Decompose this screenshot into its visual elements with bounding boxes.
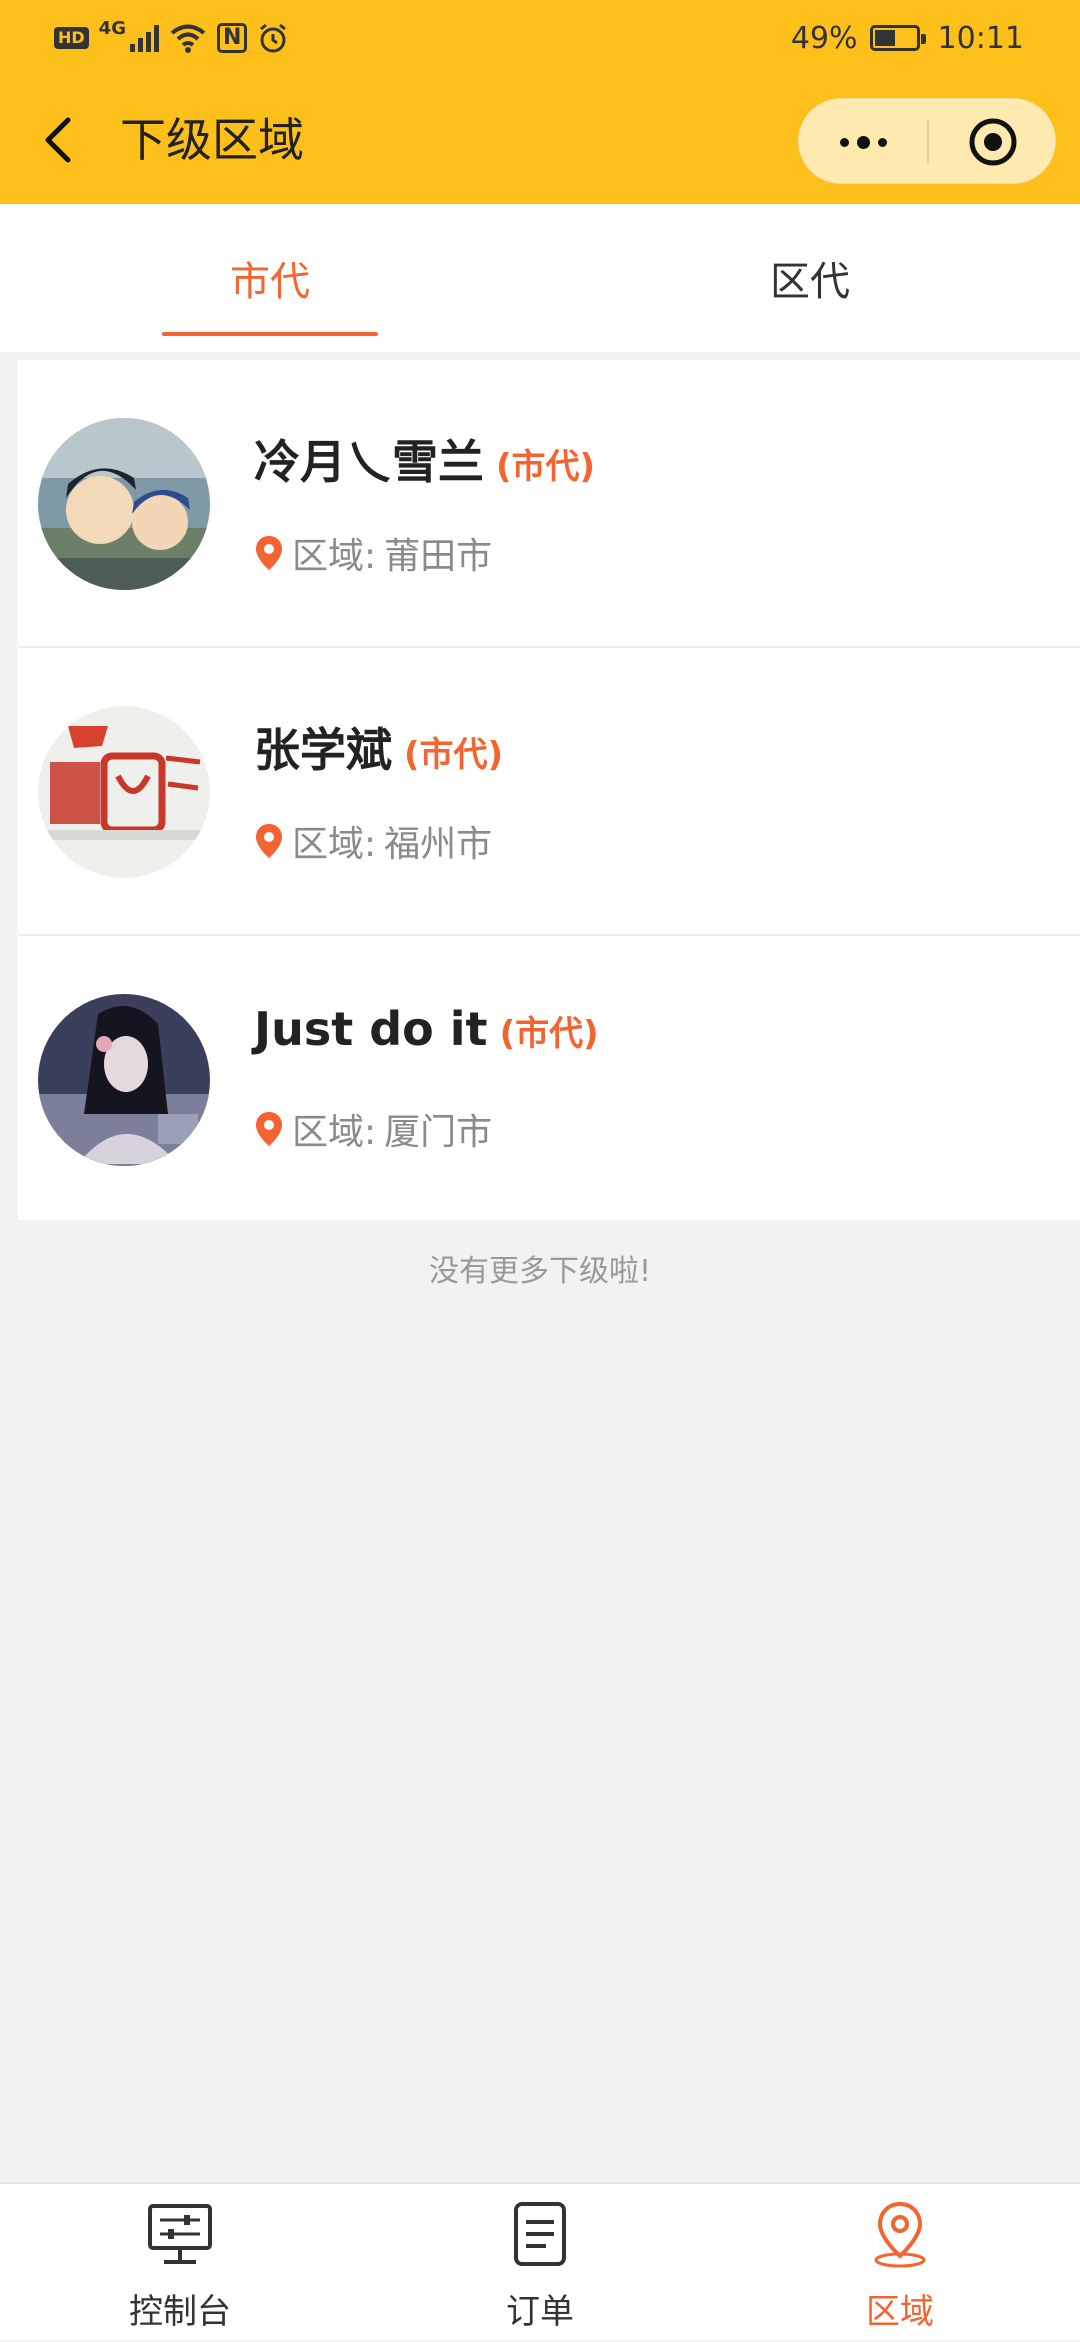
chevron-left-icon: [45, 117, 71, 163]
tab-label: 订单: [506, 2292, 574, 2332]
area-value: 厦门市: [384, 1112, 493, 1153]
alarm-icon: [260, 23, 287, 53]
nfc-icon: N: [216, 23, 248, 53]
tab-bar-top: 市代 区代: [0, 204, 1080, 352]
agent-name-row: 冷月乀雪兰 (市代): [254, 426, 595, 496]
avatar: [38, 994, 210, 1166]
area-label: 区域:: [292, 1112, 377, 1153]
miniprogram-capsule: [798, 98, 1056, 184]
area-value: 福州市: [384, 824, 493, 865]
battery-percent: 49%: [790, 20, 858, 56]
network-type: 4G: [98, 18, 126, 39]
agent-area-row: 区域: 厦门市: [254, 1104, 492, 1154]
agent-name: Just do it: [254, 1002, 488, 1056]
clock: 10:11: [937, 20, 1024, 56]
list-item[interactable]: 冷月乀雪兰 (市代) 区域: 莆田市: [18, 360, 1080, 648]
tab-label: 区域: [866, 2292, 934, 2332]
tab-active-indicator: [162, 332, 378, 336]
agent-role: (市代): [496, 447, 596, 487]
avatar: [38, 706, 210, 878]
order-icon: [514, 2202, 566, 2266]
bottom-tab-bar: 控制台 订单 区域: [0, 2182, 1080, 2340]
tab-district-agent[interactable]: 区代: [540, 204, 1080, 352]
area-label: 区域:: [292, 536, 377, 577]
page-title: 下级区域: [120, 113, 304, 167]
battery-level: [874, 30, 895, 46]
agent-role: (市代): [499, 1014, 599, 1054]
agent-list: 冷月乀雪兰 (市代) 区域: 莆田市 张学斌 (市代) 区域: 福州市 Just…: [18, 360, 1080, 1220]
location-pin-icon: [256, 536, 282, 570]
more-button[interactable]: [799, 99, 928, 185]
tab-dashboard[interactable]: 控制台: [0, 2184, 360, 2342]
signal-icon: [129, 24, 159, 52]
area-value: 莆田市: [384, 536, 493, 577]
tab-region[interactable]: 区域: [720, 2184, 1080, 2342]
location-pin-icon: [256, 824, 282, 858]
header-bar: HD 4G N 49% 10:11 下级区域: [0, 0, 1080, 204]
no-more-text: 没有更多下级啦!: [428, 1254, 652, 1289]
status-icons-left: HD 4G N: [54, 18, 289, 58]
target-icon: [969, 118, 1016, 166]
tab-label: 控制台: [129, 2292, 231, 2332]
avatar: [38, 418, 210, 590]
dashboard-icon: [148, 2204, 212, 2264]
agent-name-row: Just do it (市代): [254, 1002, 599, 1072]
list-item[interactable]: 张学斌 (市代) 区域: 福州市: [18, 648, 1080, 936]
close-miniprogram-button[interactable]: [928, 99, 1057, 185]
agent-area-row: 区域: 莆田市: [254, 528, 492, 578]
agent-name-row: 张学斌 (市代): [254, 714, 503, 784]
agent-area-row: 区域: 福州市: [254, 816, 492, 866]
status-bar: HD 4G N 49% 10:11: [0, 0, 1080, 76]
wifi-icon: [170, 24, 206, 53]
list-item[interactable]: Just do it (市代) 区域: 厦门市: [18, 936, 1080, 1220]
battery-icon: [869, 25, 926, 51]
status-icons-right: 49% 10:11: [791, 18, 1024, 58]
agent-name: 冷月乀雪兰: [254, 435, 484, 489]
location-pin-icon: [256, 1112, 282, 1146]
agent-name: 张学斌: [254, 723, 392, 777]
location-icon: [874, 2201, 926, 2268]
agent-role: (市代): [404, 735, 504, 775]
hd-badge: HD: [54, 27, 89, 49]
back-button[interactable]: [38, 112, 82, 168]
tab-orders[interactable]: 订单: [360, 2184, 720, 2342]
area-label: 区域:: [292, 824, 377, 865]
tab-city-agent[interactable]: 市代: [0, 204, 540, 352]
